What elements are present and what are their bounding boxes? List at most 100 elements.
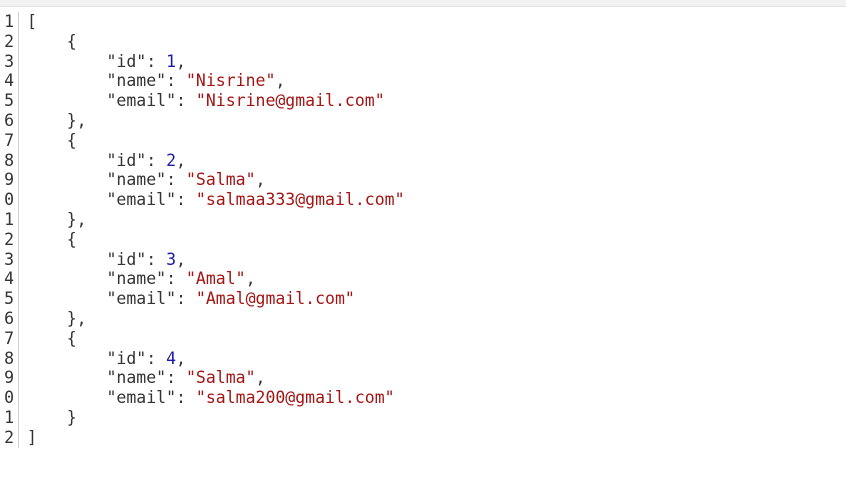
line-number: 0: [4, 388, 14, 408]
json-string-value: "Nisrine@gmail.com": [195, 91, 385, 111]
line-number: 1: [4, 209, 14, 229]
line-number: 4: [4, 269, 14, 289]
line-number: 1: [4, 407, 14, 427]
code-line: 5 "email": "Nisrine@gmail.com": [0, 91, 846, 111]
code-text: }: [27, 408, 77, 428]
json-string-value: "Amal@gmail.com": [195, 289, 355, 309]
json-comma: ,: [176, 51, 186, 71]
code-line: 0 "email": "salma200@gmail.com": [0, 388, 846, 408]
json-key: "name": [106, 368, 167, 388]
json-comma: ,: [275, 71, 286, 91]
json-number-value: 2: [166, 150, 177, 170]
code-line: 6 },: [0, 111, 846, 131]
line-number: 6: [4, 110, 14, 130]
json-comma: ,: [255, 170, 266, 190]
line-number: 3: [4, 249, 14, 269]
code-line: 5 "email": "Amal@gmail.com": [0, 289, 846, 309]
code-text: "id": 1,: [106, 51, 186, 71]
json-key: "email": [106, 190, 177, 210]
code-line: 6 },: [0, 309, 846, 329]
code-text: "email": "salma200@gmail.com": [106, 388, 395, 408]
code-line: 2 {: [0, 230, 846, 250]
json-comma: ,: [245, 269, 256, 289]
json-comma: ,: [176, 249, 186, 269]
json-comma: ,: [176, 150, 186, 170]
line-number: 7: [4, 328, 14, 348]
json-number-value: 4: [166, 348, 177, 368]
json-string-value: "Amal": [185, 269, 246, 289]
line-number: 6: [4, 308, 14, 328]
code-line: 9 "name": "Salma",: [0, 368, 846, 388]
code-text: ]: [27, 428, 37, 448]
json-bracket: {: [27, 31, 77, 51]
line-number: 8: [4, 150, 14, 170]
code-line: 1 }: [0, 408, 846, 428]
code-text: "email": "Amal@gmail.com": [106, 289, 355, 309]
code-text: "name": "Salma",: [106, 170, 266, 190]
code-line: 1[: [0, 12, 846, 32]
code-line: 8 "id": 2,: [0, 151, 846, 171]
json-bracket: [: [27, 12, 37, 31]
json-key: "name": [106, 71, 167, 91]
json-bracket: }: [27, 407, 77, 427]
window-top-border: [0, 0, 846, 7]
json-number-value: 3: [166, 249, 177, 269]
json-key: "email": [106, 91, 177, 111]
line-number: 9: [4, 368, 14, 388]
code-text: "name": "Nisrine",: [106, 71, 286, 91]
line-number: 0: [4, 190, 14, 210]
json-key: "email": [106, 388, 177, 408]
code-text: {: [27, 131, 77, 151]
json-comma: ,: [255, 368, 266, 388]
code-text: "name": "Amal",: [106, 269, 256, 289]
json-comma: ,: [176, 348, 186, 368]
json-bracket: {: [27, 130, 77, 150]
code-line: 4 "name": "Amal",: [0, 269, 846, 289]
code-line: 2]: [0, 428, 846, 448]
code-line: 0 "email": "salmaa333@gmail.com": [0, 190, 846, 210]
json-string-value: "salma200@gmail.com": [195, 388, 395, 408]
code-line: 4 "name": "Nisrine",: [0, 71, 846, 91]
code-line: 1 },: [0, 210, 846, 230]
code-text: "id": 3,: [106, 249, 186, 269]
code-text: {: [27, 329, 77, 349]
code-text: "id": 4,: [106, 348, 186, 368]
json-bracket: },: [27, 209, 87, 229]
json-string-value: "Salma": [185, 368, 256, 388]
line-number: 2: [4, 427, 14, 447]
code-text: "email": "Nisrine@gmail.com": [106, 91, 385, 111]
json-key: "id": [106, 51, 147, 71]
json-bracket: },: [27, 308, 87, 328]
code-line: 3 "id": 1,: [0, 52, 846, 72]
code-text: },: [27, 111, 87, 131]
line-number: 5: [4, 289, 14, 309]
line-number: 4: [4, 71, 14, 91]
json-bracket: },: [27, 110, 87, 130]
json-bracket: {: [27, 328, 77, 348]
line-number: 2: [4, 229, 14, 249]
json-key: "id": [106, 348, 147, 368]
json-key: "email": [106, 289, 177, 309]
code-text: "id": 2,: [106, 150, 186, 170]
json-viewer[interactable]: 1[2 {3 "id": 1, 4 "name": "Nisrine", 5 "em…: [0, 12, 846, 448]
code-text: [: [27, 12, 37, 32]
line-number: 5: [4, 91, 14, 111]
line-number: 7: [4, 130, 14, 150]
code-line: 9 "name": "Salma",: [0, 170, 846, 190]
line-number: 1: [4, 12, 14, 31]
code-text: {: [27, 32, 77, 52]
json-key: "name": [106, 269, 167, 289]
line-number: 2: [4, 31, 14, 51]
code-text: },: [27, 210, 87, 230]
code-line: 2 {: [0, 32, 846, 52]
line-number: 9: [4, 170, 14, 190]
code-text: "email": "salmaa333@gmail.com": [106, 190, 405, 210]
json-string-value: "Nisrine": [185, 71, 276, 91]
json-string-value: "salmaa333@gmail.com": [195, 190, 405, 210]
code-text: "name": "Salma",: [106, 368, 266, 388]
line-number: 8: [4, 348, 14, 368]
json-key: "name": [106, 170, 167, 190]
line-number: 3: [4, 51, 14, 71]
json-bracket: {: [27, 229, 77, 249]
code-line: 7 {: [0, 131, 846, 151]
